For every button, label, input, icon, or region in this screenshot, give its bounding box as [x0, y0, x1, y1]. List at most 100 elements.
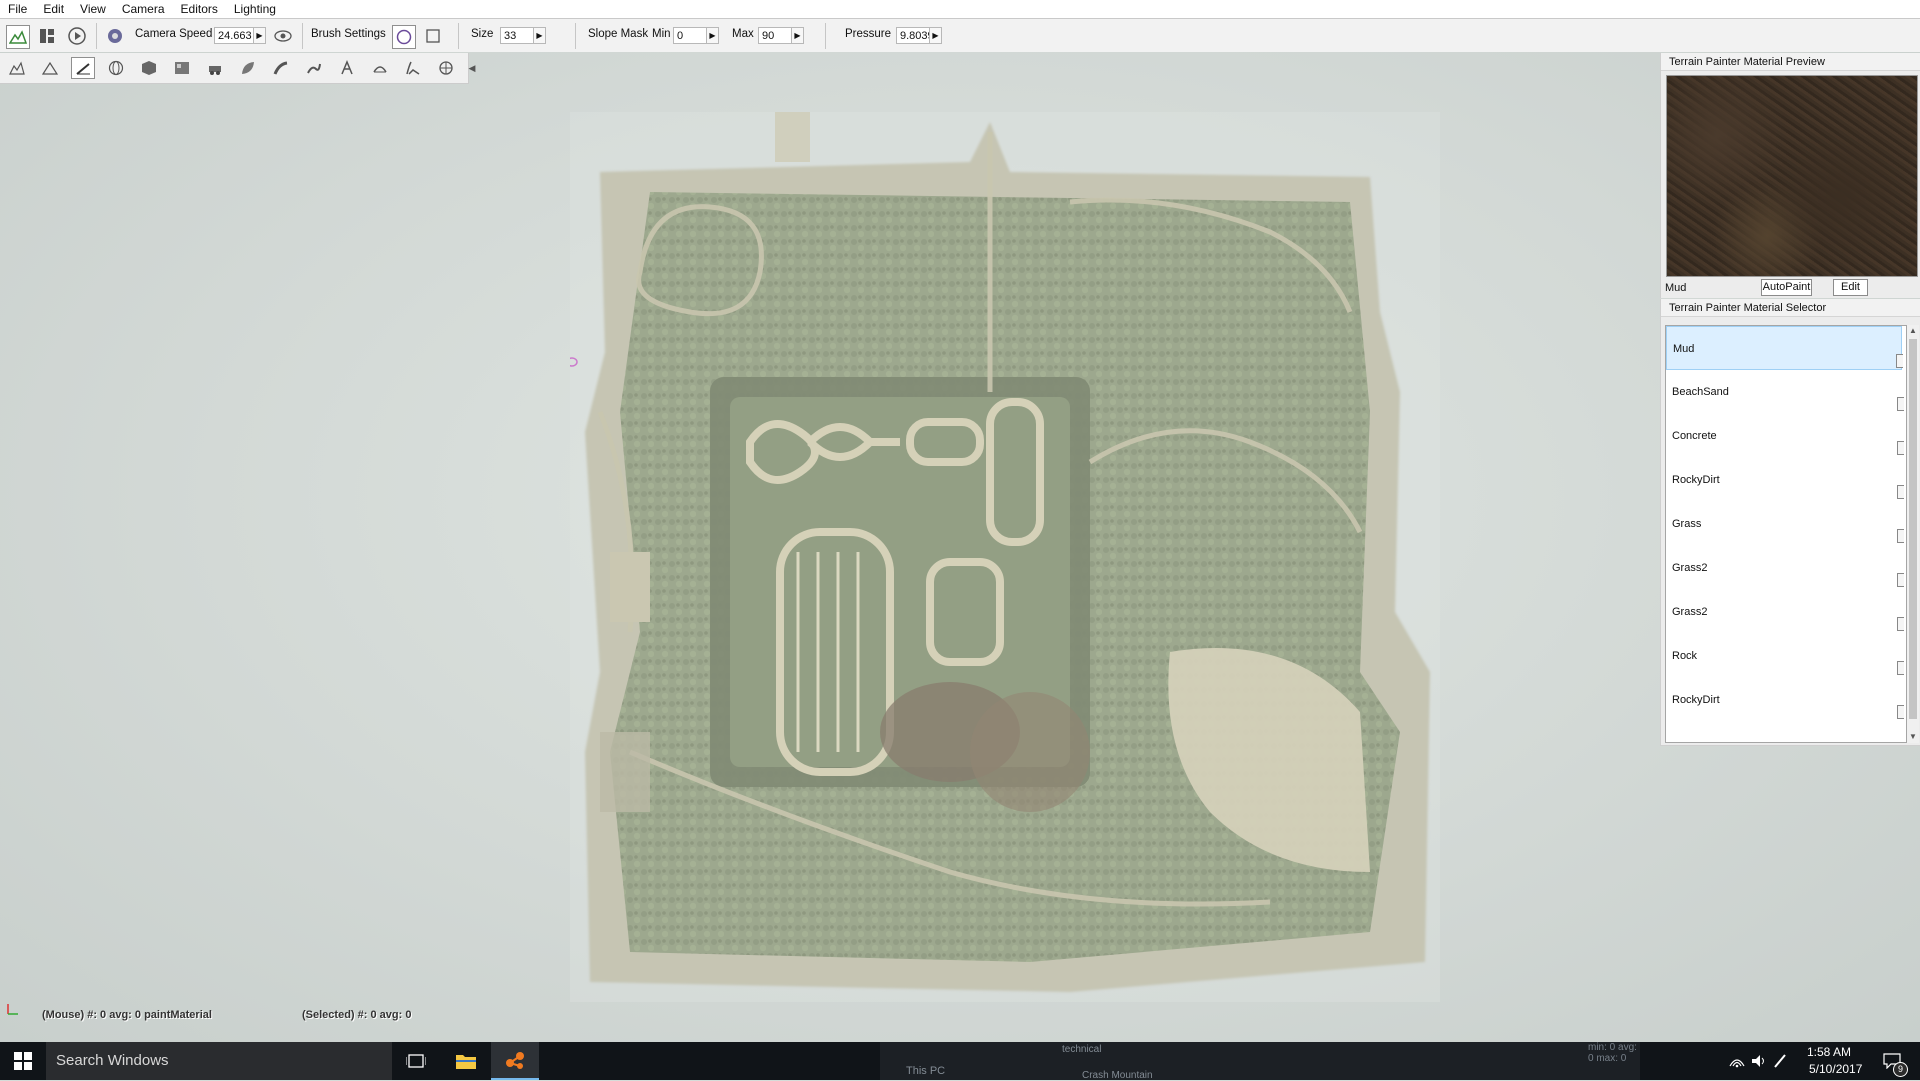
- tool-grass[interactable]: [401, 57, 425, 79]
- volume-icon[interactable]: [1751, 1054, 1767, 1068]
- camera-button[interactable]: [104, 25, 126, 47]
- material-item-beachsand[interactable]: BeachSand: [1666, 370, 1904, 414]
- tool-river[interactable]: [302, 57, 326, 79]
- slope-min-label: Min: [652, 28, 671, 40]
- material-item-handle: [1897, 485, 1904, 499]
- square-icon: [426, 29, 440, 43]
- camera-speed-input[interactable]: 24.663: [214, 27, 254, 44]
- material-item-rockydirt-b[interactable]: RockyDirt: [1666, 678, 1904, 722]
- tool-leaf[interactable]: [236, 57, 260, 79]
- scrollbar-thumb[interactable]: [1909, 339, 1917, 719]
- scroll-down-arrow-icon[interactable]: ▼: [1907, 731, 1919, 743]
- square-brush-button[interactable]: [422, 25, 444, 47]
- terrain-editor-toggle-button[interactable]: [6, 25, 30, 49]
- axis-gizmo-icon: [7, 1004, 18, 1015]
- material-selector-title: Terrain Painter Material Selector: [1661, 299, 1920, 317]
- clock-date[interactable]: 5/10/2017: [1809, 1062, 1862, 1076]
- camera-speed-stepper[interactable]: ▶: [254, 27, 266, 44]
- file-explorer-button[interactable]: [442, 1042, 490, 1080]
- menu-editors[interactable]: Editors: [173, 0, 226, 18]
- menu-edit[interactable]: Edit: [35, 0, 72, 18]
- terrain-smooth-icon: [42, 61, 58, 75]
- material-item-label: Mud: [1673, 343, 1695, 355]
- play-icon: [68, 27, 86, 45]
- network-icon[interactable]: [1729, 1054, 1745, 1068]
- menu-camera[interactable]: Camera: [114, 0, 173, 18]
- tool-paint[interactable]: [71, 57, 95, 79]
- material-list: Mud BeachSand Concrete RockyDirt Grass G…: [1665, 325, 1907, 743]
- 3d-viewport[interactable]: (Mouse) #: 0 avg: 0 paintMaterial (Selec…: [0, 52, 1920, 1042]
- material-item-rock[interactable]: Rock: [1666, 634, 1904, 678]
- camera-icon: [108, 29, 122, 43]
- play-button[interactable]: [66, 25, 88, 47]
- slope-max-stepper[interactable]: ▶: [792, 27, 804, 44]
- material-list-scrollbar[interactable]: ▲ ▼: [1907, 325, 1919, 743]
- editor-app-button[interactable]: [491, 1042, 539, 1080]
- material-preview-image: [1666, 75, 1918, 277]
- tool-raise[interactable]: [5, 57, 29, 79]
- road-icon: [273, 61, 288, 75]
- slope-mask-label: Slope Mask: [588, 28, 649, 40]
- size-input[interactable]: 33: [500, 27, 534, 44]
- material-item-grass2[interactable]: Grass2: [1666, 546, 1904, 590]
- material-item-grass2-b[interactable]: Grass2: [1666, 590, 1904, 634]
- material-item-grass[interactable]: Grass: [1666, 502, 1904, 546]
- layout-icon: [40, 29, 54, 43]
- circle-brush-button[interactable]: [392, 25, 416, 49]
- menu-file[interactable]: File: [0, 0, 35, 18]
- tool-road[interactable]: [269, 57, 293, 79]
- foliage-icon: [341, 60, 353, 75]
- tool-smooth[interactable]: [38, 57, 62, 79]
- material-item-label: Grass2: [1672, 606, 1708, 618]
- tool-texture[interactable]: [170, 57, 194, 79]
- menu-bar: File Edit View Camera Editors Lighting: [0, 0, 1920, 19]
- tool-light[interactable]: [434, 57, 458, 79]
- toolbar-separator: [302, 23, 303, 49]
- task-view-icon: [406, 1054, 426, 1068]
- pen-icon[interactable]: [1773, 1053, 1787, 1069]
- leaf-icon: [242, 62, 254, 74]
- palette-collapse-handle[interactable]: ◀: [468, 53, 476, 83]
- grass-icon: [406, 61, 420, 75]
- material-item-label: RockyDirt: [1672, 694, 1720, 706]
- material-item-mud[interactable]: Mud: [1666, 326, 1903, 370]
- texture-icon: [175, 62, 189, 74]
- material-item-concrete[interactable]: Concrete: [1666, 414, 1904, 458]
- tool-foliage[interactable]: [335, 57, 359, 79]
- edit-material-button[interactable]: Edit: [1833, 279, 1868, 296]
- pressure-input[interactable]: 9.8039: [896, 27, 930, 44]
- menu-view[interactable]: View: [72, 0, 114, 18]
- pressure-stepper[interactable]: ▶: [930, 27, 942, 44]
- slope-max-input[interactable]: 90: [758, 27, 792, 44]
- material-item-rockydirt[interactable]: RockyDirt: [1666, 458, 1904, 502]
- material-item-handle: [1897, 617, 1904, 631]
- clock-time[interactable]: 1:58 AM: [1807, 1045, 1851, 1059]
- tool-globe[interactable]: [104, 57, 128, 79]
- material-item-label: RockyDirt: [1672, 474, 1720, 486]
- scroll-up-arrow-icon[interactable]: ▲: [1907, 325, 1919, 337]
- size-stepper[interactable]: ▶: [534, 27, 546, 44]
- tool-object[interactable]: [137, 57, 161, 79]
- decal-icon: [373, 66, 387, 73]
- autopaint-button[interactable]: AutoPaint: [1761, 279, 1812, 296]
- menu-lighting[interactable]: Lighting: [226, 0, 284, 18]
- windows-taskbar: Search Windows min: 0 avg: 0 max: 0 tech…: [0, 1042, 1920, 1081]
- task-view-button[interactable]: [392, 1042, 440, 1080]
- material-item-handle: [1896, 354, 1903, 368]
- vehicle-icon: [209, 66, 221, 75]
- tool-decal[interactable]: [368, 57, 392, 79]
- toolbar-separator: [825, 23, 826, 49]
- terrain-map[interactable]: [570, 112, 1440, 1002]
- background-stats-text: min: 0 avg: 0 max: 0: [1588, 1042, 1637, 1064]
- material-item-handle: [1897, 705, 1904, 719]
- tool-vehicle[interactable]: [203, 57, 227, 79]
- taskbar-search-input[interactable]: Search Windows: [46, 1042, 392, 1080]
- material-selector-panel: Terrain Painter Material Selector Mud Be…: [1660, 299, 1920, 746]
- layout-button[interactable]: [36, 25, 58, 47]
- slope-min-input[interactable]: 0: [673, 27, 707, 44]
- visibility-button[interactable]: [272, 25, 294, 47]
- slope-min-stepper[interactable]: ▶: [707, 27, 719, 44]
- material-item-handle: [1897, 573, 1904, 587]
- light-icon: [439, 61, 453, 75]
- start-button[interactable]: [0, 1042, 46, 1080]
